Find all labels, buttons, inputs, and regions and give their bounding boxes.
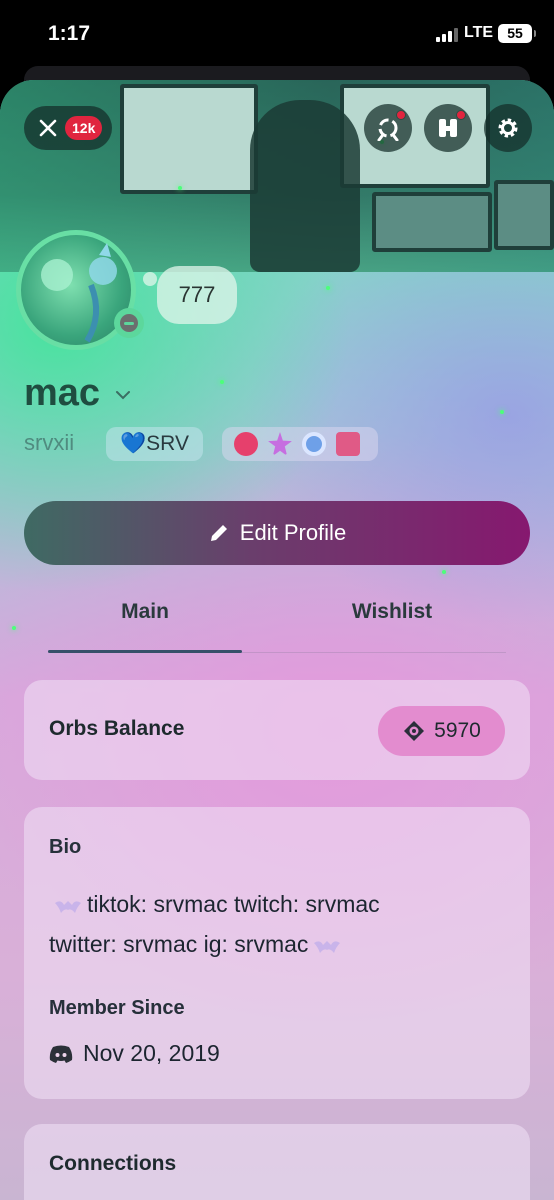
orb-icon	[404, 721, 425, 741]
notification-badge: 12k	[65, 116, 103, 140]
bat-emoji-icon	[314, 940, 341, 953]
orbs-balance-button[interactable]: 5970	[378, 706, 505, 756]
boost-badge-icon	[234, 432, 258, 456]
status-bar: 1:17 LTE 55	[0, 0, 554, 66]
member-since-date: Nov 20, 2019	[83, 1040, 220, 1066]
star-badge-icon	[268, 432, 292, 456]
tab-main[interactable]: Main	[48, 600, 242, 624]
gear-icon	[498, 118, 518, 138]
orbs-value: 5970	[434, 719, 481, 742]
tab-wishlist[interactable]: Wishlist	[300, 600, 484, 624]
member-since-heading: Member Since	[49, 997, 185, 1019]
profile-sheet: 12k 777 mac srvxii 💙SRV Edit Profile Mai…	[0, 80, 554, 1200]
connections-card[interactable]: Connections	[24, 1124, 530, 1200]
quest-badge-icon	[302, 432, 326, 456]
pencil-icon	[210, 525, 227, 541]
battery-indicator: 55	[498, 24, 536, 43]
bio-card: Bio tiktok: srvmac twitch: srvmac twitte…	[24, 807, 530, 1099]
active-tab-indicator	[48, 650, 242, 653]
display-name: mac	[24, 372, 101, 414]
bio-text: tiktok: srvmac twitch: srvmac twitter: s…	[49, 884, 509, 964]
close-button[interactable]: 12k	[24, 106, 112, 150]
bio-line-1: tiktok: srvmac twitch: srvmac	[87, 891, 380, 917]
chevron-down-icon[interactable]	[114, 386, 132, 404]
orbs-label: Orbs Balance	[49, 717, 185, 740]
custom-status-bubble[interactable]: 777	[143, 266, 237, 324]
connections-heading: Connections	[49, 1152, 177, 1175]
status-time: 1:17	[48, 22, 91, 45]
gift-badge-icon	[336, 432, 360, 456]
username: srvxii	[24, 430, 75, 455]
status-indicator	[114, 308, 144, 338]
edit-profile-label: Edit Profile	[239, 520, 347, 545]
network-label: LTE	[464, 24, 494, 41]
profile-badges	[222, 427, 378, 461]
signal-icon	[436, 28, 458, 42]
settings-button[interactable]	[484, 104, 532, 152]
server-boost-button[interactable]	[364, 104, 412, 152]
edit-profile-button[interactable]: Edit Profile	[24, 501, 530, 565]
member-since-row: Nov 20, 2019	[49, 1040, 220, 1067]
orbs-card: Orbs Balance 5970	[24, 680, 530, 780]
bio-heading: Bio	[49, 836, 82, 858]
server-tag[interactable]: 💙SRV	[106, 427, 203, 461]
close-icon	[39, 119, 57, 137]
bat-emoji-icon	[55, 900, 81, 913]
shop-button[interactable]	[424, 104, 472, 152]
discord-icon	[49, 1045, 73, 1063]
bio-line-2: twitter: srvmac ig: srvmac	[49, 931, 309, 957]
